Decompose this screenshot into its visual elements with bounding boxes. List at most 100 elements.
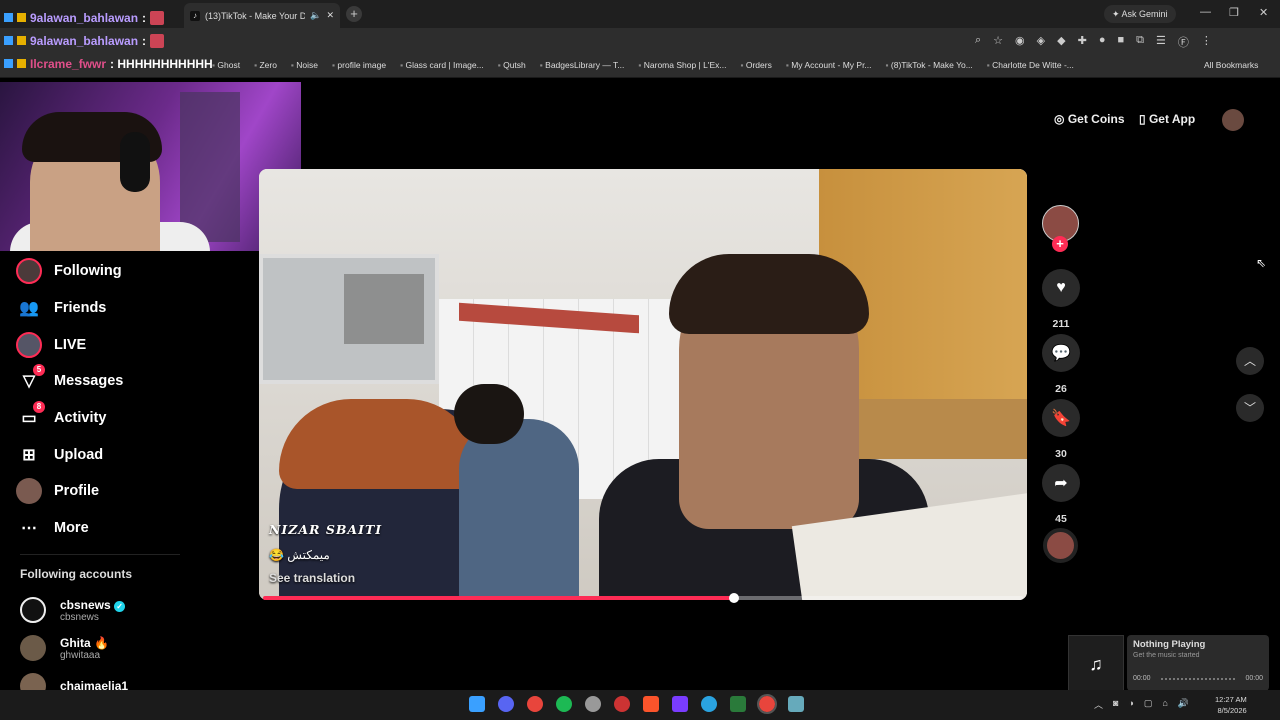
user-avatar[interactable] bbox=[1222, 109, 1244, 131]
sidebar-item-profile[interactable]: Profile bbox=[16, 473, 216, 510]
progress-handle[interactable] bbox=[729, 593, 740, 603]
tray-app-icon[interactable]: ◑ bbox=[1128, 698, 1133, 711]
chat-text: : bbox=[142, 10, 147, 25]
bookmark-item[interactable]: Glass card | Image... bbox=[400, 60, 483, 70]
share-icon[interactable]: ➦ bbox=[1042, 464, 1080, 502]
chat-message: 9alawan_bahlawan : bbox=[4, 6, 213, 29]
sidebar-item-upload[interactable]: ⊞ Upload bbox=[16, 436, 216, 473]
chat-badge-icon bbox=[4, 36, 13, 45]
taskbar-clock[interactable]: 12:27 AM 8/5/2026 bbox=[1215, 694, 1247, 716]
mouse-cursor-icon: ⇖ bbox=[1256, 256, 1267, 270]
bookmark-item[interactable]: Orders bbox=[740, 60, 772, 70]
extension-icon[interactable]: ◆ bbox=[1057, 34, 1065, 50]
chat-badge-icon bbox=[17, 36, 26, 45]
chrome-active-icon[interactable] bbox=[757, 694, 777, 714]
sidebar-item-activity[interactable]: ▭ 8 Activity bbox=[16, 400, 216, 437]
chat-message: Ilcrame_fwwr : HHHHHHHHHHH bbox=[4, 52, 213, 75]
bookmark-icon[interactable]: 🔖 bbox=[1042, 399, 1080, 437]
bookmark-item[interactable]: My Account - My Pr... bbox=[786, 60, 871, 70]
windows-start-icon[interactable] bbox=[469, 696, 485, 712]
bookmark-item[interactable]: profile image bbox=[332, 60, 386, 70]
following-account-item[interactable]: Ghita 🔥 ghwitaaa bbox=[20, 635, 109, 661]
account-handle: cbsnews bbox=[60, 611, 99, 623]
discord-icon[interactable] bbox=[498, 696, 514, 712]
next-video-button[interactable]: ﹀ bbox=[1236, 394, 1264, 422]
kebab-menu-icon[interactable]: ⋮ bbox=[1201, 34, 1212, 50]
obs-icon[interactable] bbox=[585, 696, 601, 712]
bookmark-item[interactable]: Naroma Shop | L'Ex... bbox=[638, 60, 727, 70]
notification-badge: 5 bbox=[33, 364, 45, 377]
tray-app-icon[interactable]: ◙ bbox=[1113, 698, 1118, 711]
bookmark-item[interactable]: BadgesLibrary — T... bbox=[540, 60, 624, 70]
sidebar-icon[interactable]: ☰ bbox=[1156, 34, 1166, 50]
chevron-up-icon[interactable]: ︿ bbox=[1094, 698, 1103, 711]
sidebar-item-messages[interactable]: ▽ 5 Messages bbox=[16, 363, 216, 400]
close-window-icon[interactable]: ✕ bbox=[1259, 6, 1268, 19]
bookmark-item[interactable]: Zero bbox=[254, 60, 276, 70]
speaker-icon[interactable]: 🔈 bbox=[310, 10, 321, 21]
extension-icon[interactable]: ◈ bbox=[1037, 34, 1045, 50]
network-icon[interactable]: ⌂ bbox=[1162, 698, 1167, 711]
sidebar-item-friends[interactable]: 👥 Friends bbox=[16, 290, 216, 327]
emote-icon bbox=[150, 33, 165, 48]
sidebar-item-live[interactable]: LIVE bbox=[16, 326, 216, 363]
app-icon[interactable] bbox=[788, 696, 804, 712]
comment-icon[interactable]: 💬 bbox=[1042, 334, 1080, 372]
extension-icon[interactable]: ✚ bbox=[1078, 34, 1087, 50]
all-bookmarks-button[interactable]: All Bookmarks bbox=[1204, 60, 1258, 70]
heart-icon[interactable]: ♥ bbox=[1042, 269, 1080, 307]
sidebar-item-label: Upload bbox=[54, 446, 104, 463]
bookmark-item[interactable]: Qutsh bbox=[498, 60, 526, 70]
bookmark-item[interactable]: (8)TikTok - Make Yo... bbox=[886, 60, 973, 70]
sidebar-item-more[interactable]: ⋯ More bbox=[16, 510, 216, 547]
previous-video-button[interactable]: ︿ bbox=[1236, 347, 1264, 375]
app-icon[interactable] bbox=[672, 696, 688, 712]
extensions-puzzle-icon[interactable]: ⧉ bbox=[1136, 34, 1144, 50]
get-coins-label: Get Coins bbox=[1067, 112, 1125, 126]
account-name: cbsnews bbox=[60, 597, 111, 612]
music-note-icon[interactable]: ♫ bbox=[1068, 635, 1124, 691]
ask-gemini-label: Ask Gemini bbox=[1121, 9, 1168, 19]
close-tab-icon[interactable]: ✕ bbox=[326, 10, 334, 21]
get-coins-button[interactable]: ◎ Get Coins bbox=[1054, 112, 1125, 126]
get-app-button[interactable]: ▯ Get App bbox=[1139, 112, 1195, 126]
extension-icon[interactable]: ● bbox=[1099, 34, 1106, 50]
star-bookmark-icon[interactable]: ☆ bbox=[993, 34, 1003, 50]
sidebar-item-label: Messages bbox=[54, 373, 124, 390]
telegram-icon[interactable] bbox=[701, 696, 717, 712]
app-icon[interactable] bbox=[614, 696, 630, 712]
maximize-icon[interactable]: ❐ bbox=[1229, 6, 1239, 19]
video-progress-bar[interactable] bbox=[263, 593, 1023, 603]
sidebar-item-following[interactable]: Following bbox=[16, 253, 216, 290]
extension-icon[interactable]: ◉ bbox=[1015, 34, 1025, 50]
minimize-icon[interactable]: — bbox=[1200, 6, 1211, 18]
volume-icon[interactable]: 🔊 bbox=[1178, 698, 1189, 711]
tray-app-icon[interactable]: ▢ bbox=[1144, 698, 1153, 711]
music-disc-icon[interactable] bbox=[1043, 528, 1078, 563]
follow-plus-icon[interactable]: + bbox=[1052, 236, 1068, 252]
media-progress-bar[interactable] bbox=[1161, 678, 1235, 680]
video-author[interactable]: NIZAR SBAITI bbox=[269, 522, 382, 537]
bookmark-item[interactable]: Charlotte De Witte -... bbox=[987, 60, 1074, 70]
bookmark-item[interactable]: Noise bbox=[291, 60, 318, 70]
chrome-icon[interactable] bbox=[527, 696, 543, 712]
ask-gemini-button[interactable]: ✦ Ask Gemini bbox=[1104, 5, 1176, 23]
profile-icon[interactable]: Ⓕ bbox=[1178, 34, 1189, 50]
chat-badge-icon bbox=[4, 13, 13, 22]
sidebar-item-label: Activity bbox=[54, 410, 107, 427]
spotify-icon[interactable] bbox=[556, 696, 572, 712]
app-icon[interactable] bbox=[730, 696, 746, 712]
share-count: 45 bbox=[1055, 513, 1067, 525]
avatar bbox=[20, 635, 46, 661]
zoom-icon[interactable]: ⌕ bbox=[975, 34, 981, 50]
brave-icon[interactable] bbox=[643, 696, 659, 712]
extension-icon[interactable]: ■ bbox=[1117, 34, 1124, 50]
bookmark-item[interactable]: Ghost bbox=[212, 60, 240, 70]
media-widget[interactable]: Nothing Playing Get the music started 00… bbox=[1127, 635, 1269, 691]
video-player[interactable]: NIZAR SBAITI 😂 ميمكتش See translation bbox=[259, 169, 1027, 600]
new-tab-button[interactable]: + bbox=[346, 6, 362, 22]
coin-icon: ◎ bbox=[1054, 112, 1065, 126]
see-translation-link[interactable]: See translation bbox=[269, 571, 355, 585]
account-name: Ghita 🔥 bbox=[60, 635, 109, 650]
following-account-item[interactable]: cbsnews ✓ cbsnews bbox=[20, 597, 126, 623]
